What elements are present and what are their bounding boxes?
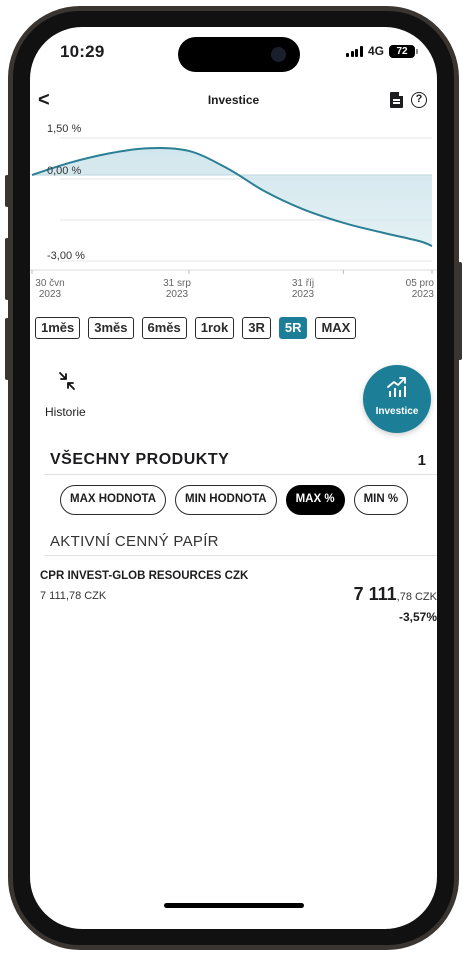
status-time: 10:29 [60,42,105,61]
filter-max-percent[interactable]: MAX % [285,485,345,515]
x-tick-label: 31 říj 2023 [291,278,315,300]
series-area [32,148,432,247]
history-label[interactable]: Historie [45,405,86,419]
nav-header: < Investice ? [30,87,437,115]
battery-icon: 72 [389,44,418,58]
x-tick-label: 31 srp 2023 [163,278,191,300]
filter-min-value[interactable]: MIN HODNOTA [175,485,277,515]
product-subvalue: 7 111,78 CZK [40,590,107,602]
active-securities-header: AKTIVNÍ CENNÝ PAPÍR [44,530,437,556]
range-3m-button[interactable]: 3měs [88,317,134,339]
range-5y-button[interactable]: 5R [278,317,308,339]
products-header: VŠECHNY PRODUKTY 1 [44,447,437,475]
filter-chips: MAX HODNOTA MIN HODNOTA MAX % MIN % [60,485,409,515]
product-name: CPR INVEST-GLOB RESOURCES CZK [40,570,249,582]
y-tick-label: 1,50 % [47,123,82,135]
status-bar: 10:29 4G 72 [30,27,437,79]
range-6m-button[interactable]: 6měs [141,317,187,339]
page-title: Investice [207,93,260,107]
screen: 10:29 4G 72 < Investice ? 1,50 % 0,00 % … [30,27,437,929]
product-value: 7 111,78 CZK [353,584,437,604]
y-tick-label: -3,00 % [47,250,85,262]
performance-chart: 1,50 % 0,00 % -3,00 % 30 čvn 2023 31 srp 2… [30,122,437,307]
status-indicators: 4G 72 [346,44,418,58]
range-1y-button[interactable]: 1rok [194,317,235,339]
filter-max-value[interactable]: MAX HODNOTA [60,485,167,515]
range-max-button[interactable]: MAX [315,317,357,339]
range-1m-button[interactable]: 1měs [35,317,81,339]
x-tick-label: 30 čvn 2023 [35,278,65,300]
camera-icon [271,47,286,62]
list-item[interactable]: CPR INVEST-GLOB RESOURCES CZK 7 111,78 C… [30,562,437,637]
filter-min-percent[interactable]: MIN % [353,485,409,515]
network-type: 4G [367,44,384,58]
signal-icon [346,45,363,57]
subsection-title: AKTIVNÍ CENNÝ PAPÍR [50,533,219,550]
invest-button[interactable]: Investice [363,365,431,433]
range-3y-button[interactable]: 3R [242,317,271,339]
phone-frame: 10:29 4G 72 < Investice ? 1,50 % 0,00 % … [0,0,467,954]
collapse-arrows-icon[interactable] [56,370,78,392]
invest-label: Investice [375,406,419,417]
products-count: 1 [417,452,426,469]
dynamic-island [178,37,300,72]
products-title: VŠECHNY PRODUKTY [50,451,230,468]
help-icon[interactable]: ? [411,92,427,108]
x-tick-label: 05 pro 2023 [405,278,434,300]
y-tick-label: 0,00 % [47,165,82,177]
growth-chart-icon [387,377,406,397]
range-selector: 1měs 3měs 6měs 1rok 3R 5R MAX [35,317,435,339]
document-icon[interactable] [390,92,403,108]
home-indicator [164,903,304,908]
chart-plot [30,137,437,274]
product-change: -3,57% [398,610,437,624]
